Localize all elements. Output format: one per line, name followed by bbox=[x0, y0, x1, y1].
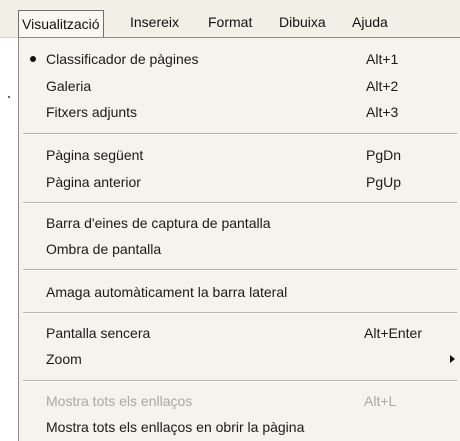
window-edge-mark bbox=[8, 96, 10, 98]
menu-insereix[interactable]: Insereix bbox=[130, 12, 179, 34]
menu-item-shortcut: Alt+2 bbox=[366, 78, 399, 94]
menu-item-label: Mostra tots els enllaços en obrir la pàg… bbox=[46, 419, 305, 435]
menu-separator bbox=[23, 202, 457, 204]
menu-item-shortcut: Alt+L bbox=[364, 393, 397, 409]
menu-item-label: Ombra de pantalla bbox=[46, 241, 162, 257]
menu-separator bbox=[23, 133, 457, 135]
menu-item-auto-hide-sidebar[interactable]: Amaga automàticament la barra lateral bbox=[19, 279, 460, 305]
menu-item-label: Barra d'eines de captura de pantalla bbox=[46, 215, 271, 231]
menu-visualitzacio[interactable]: Visualització bbox=[18, 10, 104, 38]
menu-item-gallery[interactable]: Galeria Alt+2 bbox=[19, 73, 460, 99]
menu-item-label: Pàgina següent bbox=[46, 147, 144, 163]
menu-item-page-sorter[interactable]: Classificador de pàgines Alt+1 bbox=[19, 46, 460, 72]
menu-item-show-links-on-open[interactable]: Mostra tots els enllaços en obrir la pàg… bbox=[19, 414, 460, 440]
menu-separator bbox=[23, 380, 457, 382]
menu-item-previous-page[interactable]: Pàgina anterior PgUp bbox=[19, 169, 460, 195]
menu-item-next-page[interactable]: Pàgina següent PgDn bbox=[19, 142, 460, 168]
menu-item-shortcut: PgUp bbox=[366, 174, 402, 190]
menu-format[interactable]: Format bbox=[208, 12, 252, 34]
menu-item-shortcut: Alt+1 bbox=[366, 51, 399, 67]
menu-item-label: Classificador de pàgines bbox=[46, 51, 199, 67]
menu-item-full-screen[interactable]: Pantalla sencera Alt+Enter bbox=[19, 320, 460, 346]
menu-item-label: Fitxers adjunts bbox=[46, 104, 138, 120]
menu-item-show-all-links: Mostra tots els enllaços Alt+L bbox=[19, 388, 460, 414]
menu-item-attachments[interactable]: Fitxers adjunts Alt+3 bbox=[19, 99, 460, 125]
view-menu-dropdown: Classificador de pàgines Alt+1 Galeria A… bbox=[18, 37, 460, 441]
menu-item-zoom[interactable]: Zoom bbox=[19, 346, 460, 372]
menu-item-shortcut: Alt+3 bbox=[366, 104, 399, 120]
menu-item-label: Mostra tots els enllaços bbox=[46, 393, 193, 409]
menu-ajuda[interactable]: Ajuda bbox=[352, 12, 388, 34]
menu-item-label: Galeria bbox=[46, 78, 92, 94]
menu-separator bbox=[23, 312, 457, 314]
menu-item-label: Amaga automàticament la barra lateral bbox=[46, 284, 288, 300]
menu-bar: Visualització Insereix Format Dibuixa Aj… bbox=[0, 0, 460, 38]
menu-item-screen-capture-toolbar[interactable]: Barra d'eines de captura de pantalla bbox=[19, 210, 460, 236]
menu-item-shortcut: Alt+Enter bbox=[364, 325, 422, 341]
menu-item-label: Pàgina anterior bbox=[46, 174, 141, 190]
menu-item-screen-shade[interactable]: Ombra de pantalla bbox=[19, 236, 460, 262]
menu-item-label: Pantalla sencera bbox=[46, 325, 151, 341]
submenu-arrow-icon bbox=[450, 355, 455, 363]
menu-item-shortcut: PgDn bbox=[366, 147, 402, 163]
menu-separator bbox=[23, 269, 457, 271]
selected-bullet-icon bbox=[30, 56, 36, 62]
menu-item-label: Zoom bbox=[46, 351, 82, 367]
menu-dibuixa[interactable]: Dibuixa bbox=[279, 12, 326, 34]
